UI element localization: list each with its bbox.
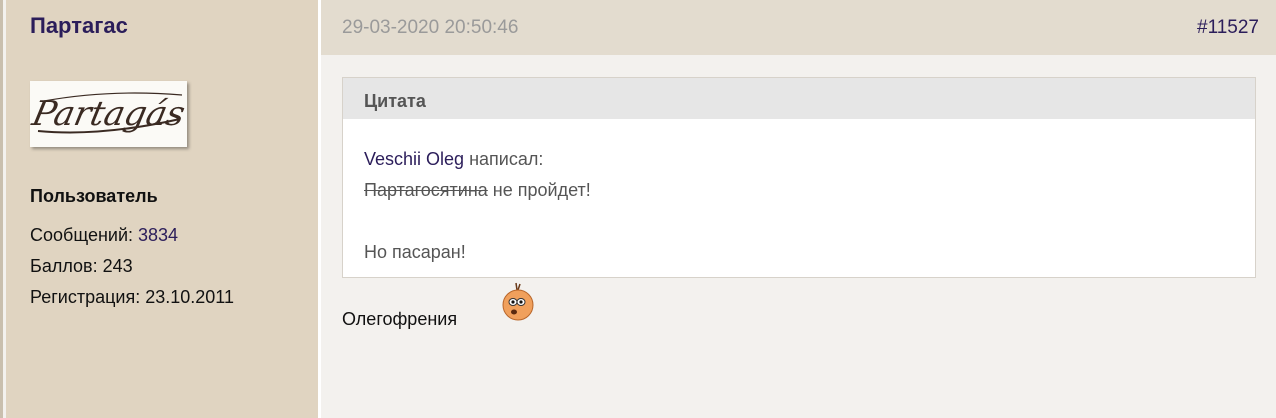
struck-text: Партагосятина xyxy=(364,180,488,200)
messages-count-link[interactable]: 3834 xyxy=(138,225,178,245)
quote-line-1: Партагосятина не пройдет! xyxy=(364,175,591,206)
quote-title: Цитата xyxy=(343,78,1255,119)
quote-block: Цитата Veschii Oleg написал: Партагосяти… xyxy=(342,77,1256,278)
post-datetime: 29-03-2020 20:50:46 xyxy=(342,17,519,38)
confused-smiley-icon xyxy=(502,282,534,321)
author-sidebar: Партагас Partagás Пользователь Сообщений… xyxy=(6,0,318,418)
quote-line-2: Но пасаран! xyxy=(364,242,466,262)
points-stat: Баллов: 243 xyxy=(30,256,133,276)
avatar-logo-text: Partagás xyxy=(30,94,187,134)
quote-line-1-rest: не пройдет! xyxy=(487,180,591,200)
forum-post: Партагас Partagás Пользователь Сообщений… xyxy=(0,0,1276,418)
post-body: Цитата Veschii Oleg написал: Партагосяти… xyxy=(321,55,1276,418)
author-name-link[interactable]: Партагас xyxy=(30,13,128,39)
messages-label: Сообщений: xyxy=(30,225,138,245)
quote-attribution: Veschii Oleg написал: xyxy=(364,144,591,175)
post-number-link[interactable]: #11527 xyxy=(1197,17,1259,39)
messages-stat: Сообщений: 3834 xyxy=(30,225,178,246)
registration-stat: Регистрация: 23.10.2011 xyxy=(30,287,234,307)
partagas-logo: Partagás xyxy=(30,92,187,134)
quote-author-link[interactable]: Veschii Oleg xyxy=(364,149,464,169)
quote-content: Veschii Oleg написал: Партагосятина не п… xyxy=(364,144,591,268)
avatar[interactable]: Partagás xyxy=(30,81,187,147)
user-role: Пользователь xyxy=(30,186,158,206)
post-text: Олегофрения xyxy=(342,309,458,329)
post-header: 29-03-2020 20:50:46 #11527 xyxy=(321,0,1276,55)
quote-wrote-label: написал: xyxy=(464,149,544,169)
